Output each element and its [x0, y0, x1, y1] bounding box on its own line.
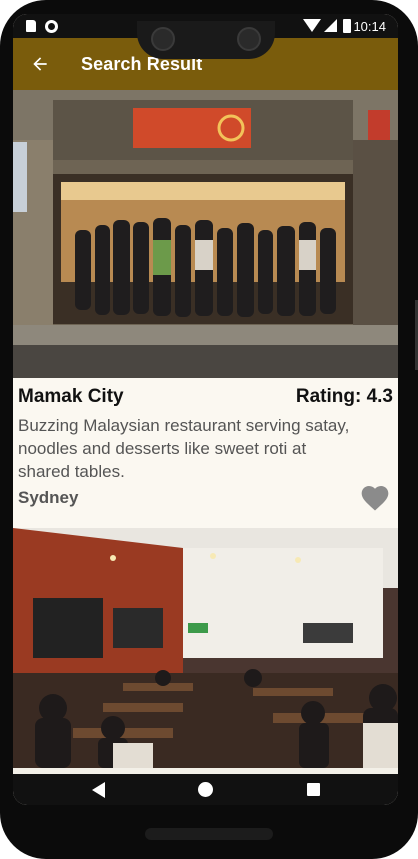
recents-square-icon[interactable]: [307, 783, 320, 796]
restaurant-card[interactable]: Mamak City Rating: 4.3 Buzzing Malaysian…: [13, 378, 398, 528]
home-circle-icon[interactable]: [198, 782, 213, 797]
status-time: 10:14: [353, 19, 386, 34]
restaurant-interior-photo[interactable]: [13, 528, 398, 768]
arrow-left-icon[interactable]: [30, 54, 50, 74]
restaurant-city: Sydney: [18, 488, 79, 507]
results-list[interactable]: Mamak City Rating: 4.3 Buzzing Malaysian…: [13, 90, 398, 805]
sd-card-icon: [26, 20, 36, 32]
system-nav-bar: [13, 774, 398, 805]
camera-notch: [137, 21, 275, 59]
heart-icon[interactable]: [358, 482, 392, 514]
front-camera-icon: [151, 27, 175, 51]
restaurant-description: Buzzing Malaysian restaurant serving sat…: [18, 416, 350, 481]
restaurant-rating: Rating: 4.3: [295, 386, 393, 407]
restaurant-name: Mamak City: [18, 386, 124, 407]
restaurant-photo[interactable]: [13, 90, 398, 378]
bottom-speaker: [145, 828, 273, 840]
circle-notification-icon: [45, 20, 58, 33]
screen: 10:14 Search Result Mamak City Rating: 4…: [13, 14, 398, 805]
storefront-illustration: [13, 90, 398, 378]
back-triangle-icon[interactable]: [92, 782, 105, 798]
front-camera-icon: [237, 27, 261, 51]
signal-icon: [324, 19, 337, 32]
wifi-icon: [303, 19, 321, 32]
interior-illustration: [13, 528, 398, 768]
battery-icon: [343, 19, 351, 33]
phone-frame: 10:14 Search Result Mamak City Rating: 4…: [0, 0, 418, 859]
